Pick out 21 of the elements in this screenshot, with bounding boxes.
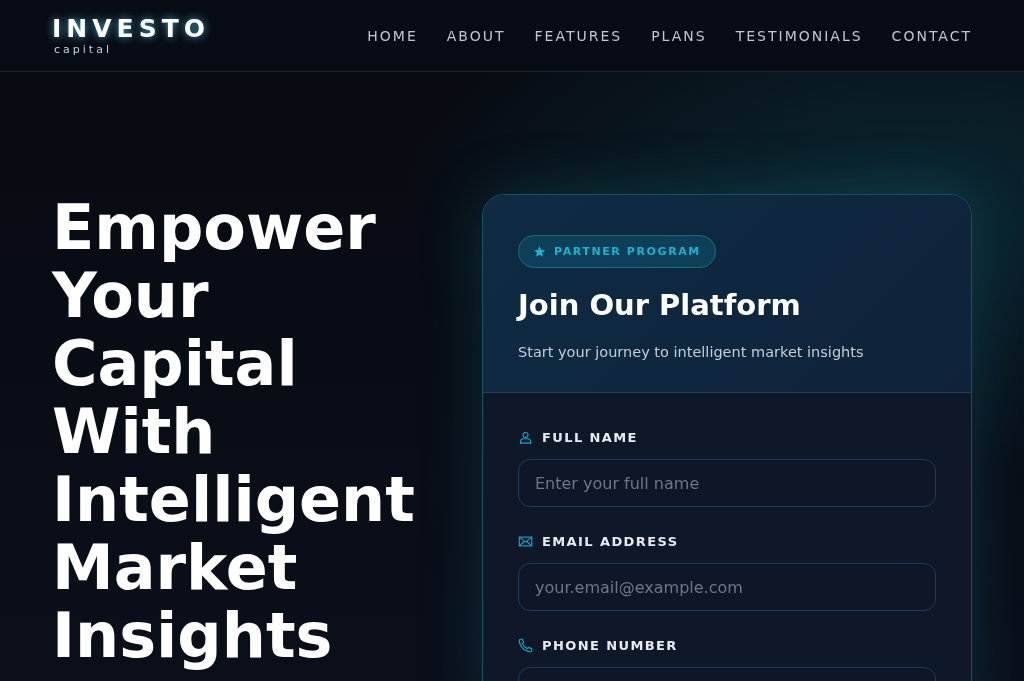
input-field[interactable]: Enter your full name bbox=[518, 459, 936, 507]
star-icon bbox=[533, 245, 546, 258]
field-label: EMAIL ADDRESS bbox=[542, 534, 679, 549]
nav-link[interactable]: HOME bbox=[367, 27, 418, 44]
nav-link[interactable]: ABOUT bbox=[446, 27, 506, 44]
input-field[interactable]: your.email@example.com bbox=[518, 563, 936, 611]
nav-link[interactable]: CONTACT bbox=[891, 27, 972, 44]
card-subtitle: Start your journey to intelligent market insights bbox=[518, 344, 865, 360]
hero-heading: Empower Your Capital With Intelligent Market Insights bbox=[52, 194, 416, 674]
nav-link[interactable]: TESTIMONIALS bbox=[735, 27, 863, 44]
logo-tagline: capital bbox=[54, 43, 113, 56]
field-label: PHONE NUMBER bbox=[542, 638, 678, 653]
nav-link[interactable]: PLANS bbox=[651, 27, 707, 44]
partner-badge: PARTNER PROGRAM bbox=[518, 235, 716, 268]
nav-link[interactable]: FEATURES bbox=[534, 27, 623, 44]
person-icon bbox=[518, 430, 533, 445]
phone-icon bbox=[518, 638, 533, 653]
card-title: Join Our Platform bbox=[518, 288, 802, 322]
logo-text: INVESTO bbox=[52, 15, 210, 43]
field-label: FULL NAME bbox=[542, 430, 638, 445]
mail-icon bbox=[518, 534, 533, 549]
